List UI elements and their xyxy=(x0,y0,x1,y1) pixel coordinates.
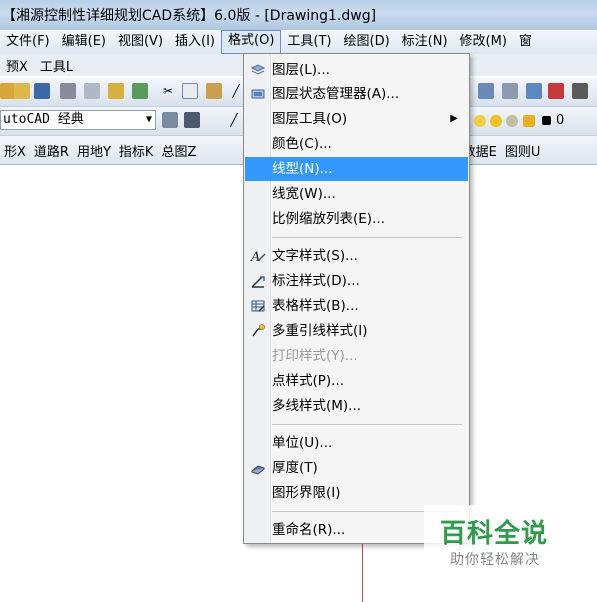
menu-edit[interactable]: 编辑(E) xyxy=(56,31,112,53)
menu-item-multiline-style[interactable]: 多线样式(M)... xyxy=(245,394,468,418)
title-bar: 【湘源控制性详细规划CAD系统】6.0版 - [Drawing1.dwg] xyxy=(0,0,597,31)
watermark: 百科全说 助你轻松解决 xyxy=(424,505,574,577)
menu-tools[interactable]: 工具(T) xyxy=(281,31,337,53)
sheet-set-icon[interactable] xyxy=(548,83,564,99)
menu-file[interactable]: 文件(F) xyxy=(0,31,56,53)
workspace-select[interactable]: utoCAD 经典 ▼ xyxy=(0,110,156,130)
plugin-menu-landuse[interactable]: 用地Y xyxy=(73,141,115,160)
submenu-arrow-icon: ▶ xyxy=(450,113,458,124)
copy-icon[interactable] xyxy=(182,83,198,99)
plugin-menu-plan-rules[interactable]: 图则U xyxy=(501,141,545,160)
menu-item-layer-tools[interactable]: 图层工具(O) ▶ xyxy=(245,107,468,131)
thickness-icon xyxy=(250,460,266,476)
menu-draw[interactable]: 绘图(D) xyxy=(338,31,396,53)
layer-vp-icon[interactable] xyxy=(506,115,518,127)
menu-item-point-style[interactable]: 点样式(P)... xyxy=(245,369,468,393)
folder-icon[interactable] xyxy=(14,83,30,99)
layer-color-icon xyxy=(542,116,551,125)
menu-tools-l[interactable]: 工具L xyxy=(34,56,79,75)
crosshair-line xyxy=(362,540,363,602)
menu-modify[interactable]: 修改(M) xyxy=(454,31,513,53)
window-title: 【湘源控制性详细规划CAD系统】6.0版 - [Drawing1.dwg] xyxy=(2,8,377,24)
layers-icon xyxy=(250,62,266,78)
menu-item-drawing-limits[interactable]: 图形界限(I) xyxy=(245,481,468,505)
menu-item-lineweight[interactable]: 线宽(W)... xyxy=(245,182,468,206)
print-preview-icon[interactable] xyxy=(84,83,100,99)
menu-separator xyxy=(272,237,462,238)
chevron-down-icon: ▼ xyxy=(145,114,152,125)
menu-item-text-style[interactable]: A 文字样式(S)... xyxy=(245,244,468,268)
table-style-icon xyxy=(250,298,266,314)
workspace-value: utoCAD 经典 xyxy=(3,112,84,127)
workspace-save-icon[interactable] xyxy=(184,112,200,128)
dimension-style-icon xyxy=(250,273,266,289)
plugin-menu-road[interactable]: 道路R xyxy=(30,141,73,160)
menu-item-linetype[interactable]: 线型(N)... xyxy=(245,157,468,181)
svg-text:A: A xyxy=(250,250,260,264)
menu-preset[interactable]: 预X xyxy=(0,56,34,75)
workspace-settings-icon[interactable] xyxy=(162,112,178,128)
menu-item-layer-state-manager[interactable]: 图层状态管理器(A)... xyxy=(245,82,468,106)
layer-state-icon xyxy=(250,86,266,102)
plugin-menu-master-plan[interactable]: 总图Z xyxy=(157,141,200,160)
multileader-icon xyxy=(250,323,266,339)
tool-palette-icon[interactable] xyxy=(526,83,542,99)
menu-bar: 文件(F) 编辑(E) 视图(V) 插入(I) 格式(O) 工具(T) 绘图(D… xyxy=(0,30,597,54)
layer-on-icon[interactable] xyxy=(474,115,486,127)
layer-freeze-icon[interactable] xyxy=(490,115,502,127)
plugin-menu-index[interactable]: 指标K xyxy=(115,141,158,160)
brush-icon[interactable]: ╱ xyxy=(228,83,244,99)
lock-icon[interactable] xyxy=(523,115,535,127)
watermark-slogan: 助你轻松解决 xyxy=(450,552,540,568)
menu-item-layer[interactable]: 图层(L)... xyxy=(245,58,468,82)
menu-item-table-style[interactable]: 表格样式(B)... xyxy=(245,294,468,318)
save-icon[interactable] xyxy=(34,83,50,99)
menu-insert[interactable]: 插入(I) xyxy=(169,31,221,53)
menu-separator xyxy=(272,424,462,425)
globe-icon[interactable] xyxy=(132,83,148,99)
cut-icon[interactable]: ✂ xyxy=(160,83,176,99)
line-tool-icon[interactable]: ╱ xyxy=(226,112,242,128)
calculator-icon[interactable] xyxy=(572,83,588,99)
menu-format[interactable]: 格式(O) xyxy=(221,30,282,54)
menu-item-dimension-style[interactable]: 标注样式(D)... xyxy=(245,269,468,293)
menu-view[interactable]: 视图(V) xyxy=(112,31,169,53)
watermark-logo: 百科全说 xyxy=(440,519,549,549)
menu-dimension[interactable]: 标注(N) xyxy=(396,31,454,53)
menu-item-multileader-style[interactable]: 多重引线样式(I) xyxy=(245,319,468,343)
menu-item-units[interactable]: 单位(U)... xyxy=(245,431,468,455)
publish-icon[interactable] xyxy=(108,83,124,99)
paste-icon[interactable] xyxy=(206,83,222,99)
format-menu-dropdown: 图层(L)... 图层状态管理器(A)... 图层工具(O) ▶ 颜色(C)..… xyxy=(243,53,470,544)
menu-item-scale-list[interactable]: 比例缩放列表(E)... xyxy=(245,207,468,231)
menu-item-thickness[interactable]: 厚度(T) xyxy=(245,456,468,480)
calc-grid-icon[interactable] xyxy=(478,83,494,99)
print-icon[interactable] xyxy=(60,83,76,99)
menu-item-color[interactable]: 颜色(C)... xyxy=(245,132,468,156)
menu-item-plot-style: 打印样式(Y)... xyxy=(272,348,358,364)
layer-name: 0 xyxy=(556,113,565,128)
plugin-menu-shape[interactable]: 形X xyxy=(0,141,30,160)
menu-window[interactable]: 窗 xyxy=(513,31,538,53)
text-style-icon: A xyxy=(250,248,266,265)
doc-search-icon[interactable] xyxy=(502,83,518,99)
